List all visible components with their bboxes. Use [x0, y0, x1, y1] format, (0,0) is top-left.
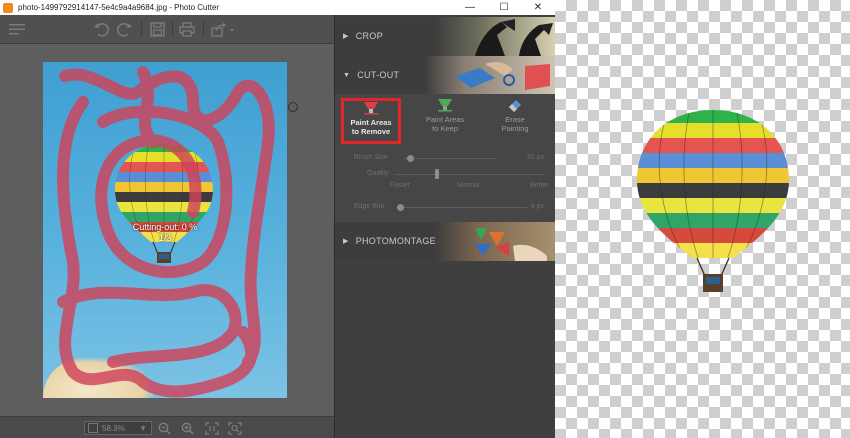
crop-section-header[interactable]: ▶ CROP	[335, 17, 556, 56]
remove-tool-label-line2: to Remove	[351, 127, 391, 136]
cutout-label: CUT-OUT	[357, 70, 400, 80]
erase-tool-label: Erase Painting	[501, 115, 528, 133]
keep-tool-label: Paint Areas to Keep	[426, 115, 464, 133]
fit-screen-icon[interactable]	[228, 421, 242, 435]
erase-tool-label-line2: Painting	[501, 124, 529, 133]
quality-faster-label: Faster	[390, 182, 410, 189]
brush-cursor	[288, 102, 298, 112]
zoom-dropdown-icon[interactable]: ▾	[136, 421, 150, 435]
keep-tool-label-line2: to Keep	[432, 124, 458, 133]
remove-tool-label: Paint Areas to Remove	[351, 118, 392, 136]
close-button[interactable]: ✕	[521, 0, 555, 15]
window-controls: — ☐ ✕	[453, 0, 555, 15]
brush-size-value: 30 px	[526, 154, 544, 161]
quality-track[interactable]	[395, 174, 545, 175]
crop-label-wrap: ▶ CROP	[343, 31, 383, 41]
edge-blur-track[interactable]	[397, 207, 527, 208]
quality-better-label: Better	[530, 182, 549, 189]
crop-section-banner	[435, 17, 556, 56]
zoom-value: 58.3%	[102, 423, 125, 433]
edge-blur-value: 4 px	[530, 203, 544, 210]
quality-normal-label: Normal	[457, 182, 480, 189]
status-bar: 58.3% ▾	[0, 416, 334, 438]
edge-blur-knob[interactable]	[396, 204, 404, 211]
balloon-photo[interactable]: Cutting-out: 0 % 1/3	[43, 62, 287, 398]
green-marker-icon	[438, 99, 452, 112]
image-canvas-area[interactable]: Cutting-out: 0 % 1/3	[0, 44, 334, 416]
cutout-result-preview	[555, 0, 850, 438]
remove-tool-label-line1: Paint Areas	[350, 118, 392, 127]
brush-size-track[interactable]	[405, 158, 497, 159]
zoom-in-icon[interactable]	[180, 421, 194, 435]
brush-size-knob[interactable]	[406, 155, 414, 162]
paint-areas-to-remove-button[interactable]: Paint Areas to Remove	[341, 98, 401, 144]
erase-tool-label-line1: Erase	[505, 115, 525, 124]
toolbar-separator	[172, 21, 173, 37]
collapsed-arrow-icon: ▶	[343, 238, 349, 245]
menu-icon[interactable]	[8, 20, 26, 38]
quality-knob[interactable]	[435, 169, 439, 179]
minimize-button[interactable]: —	[453, 0, 487, 15]
keep-tool-label-line1: Paint Areas	[425, 115, 465, 124]
photomontage-section-header[interactable]: ▶ PHOTOMONTAGE	[335, 222, 556, 261]
erase-painting-button[interactable]: Erase Painting	[485, 98, 545, 144]
screenshot-root: photo-1499792914147-5e4c9a4a9684.jpg - P…	[0, 0, 850, 438]
toolbar-separator	[203, 21, 204, 37]
toolbar	[0, 15, 334, 44]
save-icon[interactable]	[148, 20, 166, 38]
title-bar: photo-1499792914147-5e4c9a4a9684.jpg - P…	[0, 0, 555, 15]
quality-label: Quality	[367, 170, 389, 177]
quality-scale-labels: Faster Normal Better	[335, 182, 556, 192]
window-title: photo-1499792914147-5e4c9a4a9684.jpg - P…	[18, 3, 220, 12]
photomontage-section-banner	[435, 222, 556, 261]
cutout-section-banner	[425, 56, 556, 95]
edge-blur-label: Edge Blur	[354, 203, 385, 210]
cutting-progress-step: 1/3	[158, 233, 172, 243]
print-icon[interactable]	[178, 20, 196, 38]
share-icon[interactable]	[210, 20, 236, 38]
brush-size-label: Brush Size	[354, 154, 388, 161]
cutting-progress-percent: Cutting-out: 0 %	[132, 222, 198, 232]
crop-label: CROP	[355, 31, 383, 41]
photo-cutter-window: photo-1499792914147-5e4c9a4a9684.jpg - P…	[0, 0, 556, 438]
zoom-out-icon[interactable]	[157, 421, 171, 435]
eraser-icon	[509, 100, 521, 112]
document-icon	[88, 423, 98, 433]
toolbar-separator	[141, 21, 142, 37]
cutout-section-header[interactable]: ▼ CUT-OUT	[335, 56, 556, 95]
edge-blur-slider-row: Edge Blur 4 px	[335, 202, 556, 214]
collapsed-arrow-icon: ▶	[343, 33, 349, 40]
redo-icon[interactable]	[116, 20, 134, 38]
app-icon	[3, 2, 13, 13]
undo-icon[interactable]	[92, 20, 110, 38]
panel-empty-area	[335, 261, 556, 438]
brush-size-slider-row: Brush Size 30 px	[335, 153, 556, 165]
expanded-arrow-icon: ▼	[343, 71, 351, 79]
paint-areas-to-keep-button[interactable]: Paint Areas to Keep	[415, 98, 475, 144]
red-marker-icon	[364, 102, 378, 115]
cutout-section-body: Paint Areas to Remove Paint Areas to Keep …	[335, 94, 556, 222]
cutting-progress: Cutting-out: 0 % 1/3	[95, 222, 235, 244]
cutout-balloon-image	[637, 110, 789, 292]
photomontage-label: PHOTOMONTAGE	[355, 236, 436, 246]
actual-size-icon[interactable]	[205, 421, 219, 435]
photomontage-label-wrap: ▶ PHOTOMONTAGE	[343, 236, 436, 246]
maximize-button[interactable]: ☐	[487, 0, 521, 15]
tools-panel: ▶ CROP ▼ CUT-OUT Paint Areas to Remove P…	[334, 15, 556, 438]
quality-slider-row: Quality	[335, 169, 556, 181]
cutout-label-wrap: ▼ CUT-OUT	[343, 70, 399, 80]
